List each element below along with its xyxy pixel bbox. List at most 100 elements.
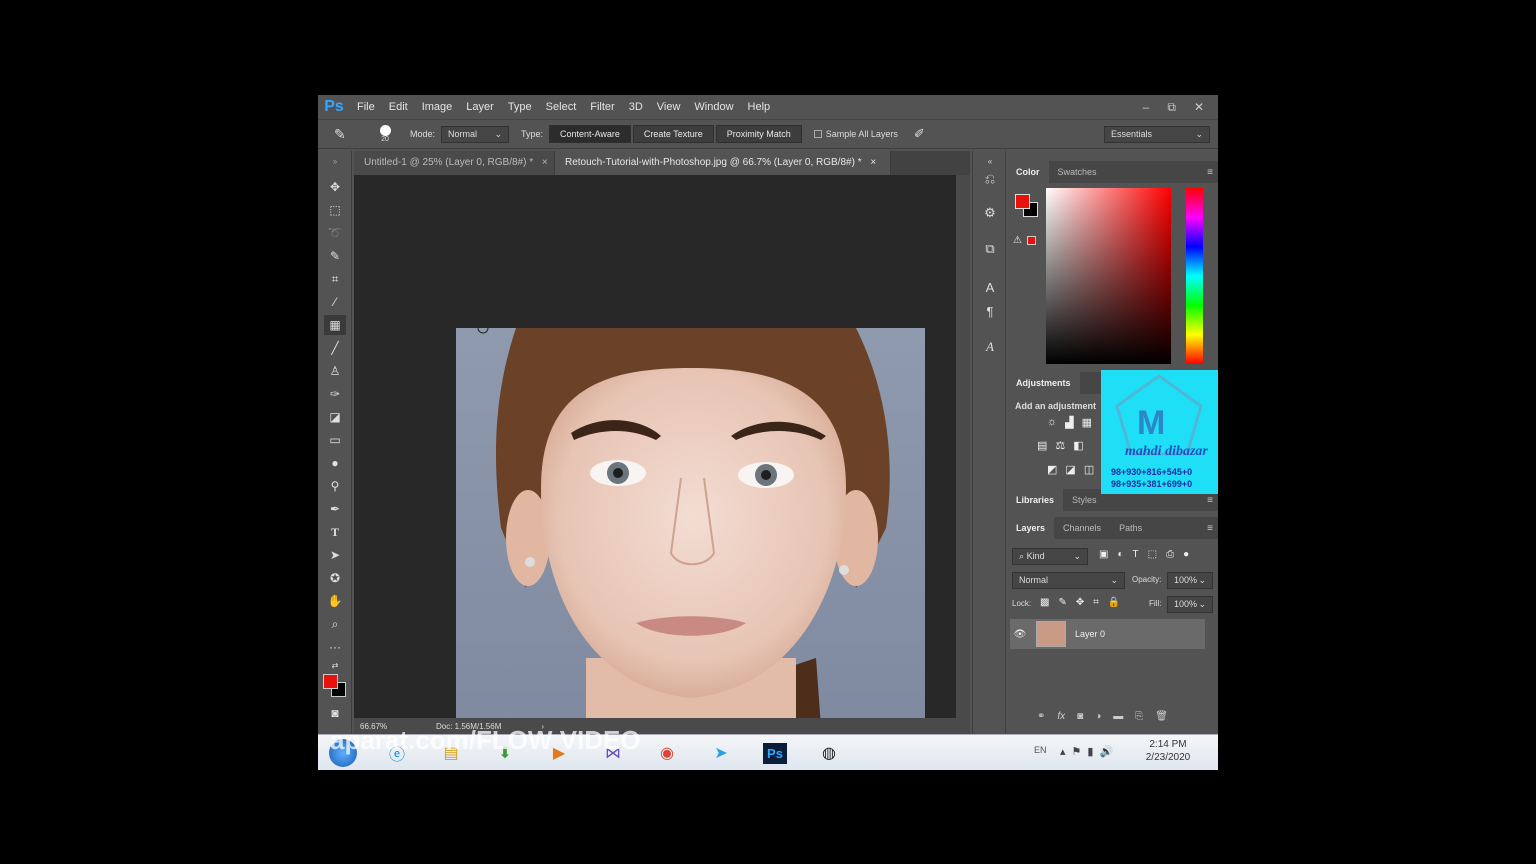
tab-color[interactable]: Color <box>1007 161 1049 183</box>
new-adjustment-layer-icon[interactable]: ◑ <box>1095 711 1101 722</box>
adjustment-filter-icon[interactable]: ◐ <box>1117 549 1123 560</box>
obs-icon[interactable]: ◍ <box>804 738 854 768</box>
fx-icon[interactable]: fx <box>1057 711 1065 722</box>
glyphs-panel-icon[interactable]: A <box>980 337 1000 357</box>
layer-row[interactable]: 👁 Layer 0 <box>1010 619 1205 649</box>
menu-3d[interactable]: 3D <box>622 95 650 119</box>
new-group-icon[interactable]: ▬ <box>1113 711 1123 722</box>
language-indicator[interactable]: EN <box>1034 745 1047 755</box>
move-tool-icon[interactable]: ✥ <box>324 177 346 197</box>
gradient-map-icon[interactable]: ◫ <box>1084 463 1094 476</box>
eye-icon[interactable]: 👁 <box>1010 629 1030 640</box>
smart-object-filter-icon[interactable]: ⎙ <box>1166 549 1174 560</box>
opacity-input[interactable]: 100% ⌄ <box>1167 572 1213 589</box>
network-icon[interactable]: ▮ <box>1087 745 1093 758</box>
more-tools-icon[interactable]: ··· <box>324 637 346 657</box>
type-tool-icon[interactable]: T <box>324 522 346 542</box>
brightness-contrast-icon[interactable]: ☼ <box>1047 416 1057 429</box>
lasso-tool-icon[interactable]: ➰ <box>324 223 346 243</box>
tab-channels[interactable]: Channels <box>1054 517 1110 539</box>
marquee-tool-icon[interactable]: ⬚ <box>324 200 346 220</box>
collapse-toolbar-icon[interactable]: » <box>324 151 346 171</box>
menu-type[interactable]: Type <box>501 95 539 119</box>
action-center-icon[interactable]: ⚑ <box>1072 745 1082 758</box>
menu-layer[interactable]: Layer <box>459 95 501 119</box>
layer-name[interactable]: Layer 0 <box>1075 629 1105 639</box>
tab-layers[interactable]: Layers <box>1007 517 1055 539</box>
color-balance-icon[interactable]: ⚖ <box>1055 439 1065 452</box>
paragraph-panel-icon[interactable]: ¶ <box>980 301 1000 321</box>
link-layers-icon[interactable]: ⚭ <box>1037 711 1045 722</box>
sample-all-layers-checkbox[interactable]: Sample All Layers <box>813 129 898 139</box>
pressure-icon[interactable]: ✐ <box>914 126 925 142</box>
eyedropper-tool-icon[interactable]: ⁄ <box>324 292 346 312</box>
properties-panel-icon[interactable]: ⚙ <box>980 203 1000 223</box>
dodge-tool-icon[interactable]: ⚲ <box>324 476 346 496</box>
brush-preset-picker[interactable]: 20 <box>374 125 396 143</box>
custom-shape-tool-icon[interactable]: ✪ <box>324 568 346 588</box>
minimize-button[interactable]: – <box>1143 100 1150 114</box>
vibrance-icon[interactable]: ▤ <box>1037 439 1047 452</box>
menu-window[interactable]: Window <box>687 95 740 119</box>
path-selection-tool-icon[interactable]: ➤ <box>324 545 346 565</box>
hue-slider[interactable] <box>1186 188 1203 364</box>
tab-retouch-tutorial[interactable]: Retouch-Tutorial-with-Photoshop.jpg @ 66… <box>555 151 891 175</box>
menu-file[interactable]: File <box>350 95 382 119</box>
posterize-icon[interactable]: ◪ <box>1065 463 1075 476</box>
tab-untitled-1[interactable]: Untitled-1 @ 25% (Layer 0, RGB/8#) * × <box>354 151 555 175</box>
workspace-select[interactable]: Essentials ⌄ <box>1104 125 1210 143</box>
show-hidden-icons-icon[interactable]: ▴ <box>1060 745 1066 758</box>
hand-tool-icon[interactable]: ✋ <box>324 591 346 611</box>
menu-filter[interactable]: Filter <box>583 95 621 119</box>
gradient-tool-icon[interactable]: ▭ <box>324 430 346 450</box>
menu-help[interactable]: Help <box>741 95 778 119</box>
brush-tool-icon[interactable]: ╱ <box>324 338 346 358</box>
tab-swatches[interactable]: Swatches <box>1049 161 1106 183</box>
color-fg-swatch[interactable] <box>1015 194 1030 209</box>
content-aware-button[interactable]: Content-Aware <box>549 125 631 143</box>
levels-icon[interactable]: ▟ <box>1065 416 1073 429</box>
menu-image[interactable]: Image <box>415 95 460 119</box>
menu-select[interactable]: Select <box>539 95 584 119</box>
healing-brush-tool-preset-icon[interactable]: ✎ <box>334 126 360 143</box>
volume-icon[interactable]: 🔊 <box>1099 745 1113 758</box>
close-icon[interactable]: × <box>542 157 548 168</box>
crop-tool-icon[interactable]: ⌗ <box>324 269 346 289</box>
clone-stamp-tool-icon[interactable]: ♙ <box>324 361 346 381</box>
proximity-match-button[interactable]: Proximity Match <box>715 125 802 143</box>
tab-paths[interactable]: Paths <box>1110 517 1151 539</box>
color-field[interactable] <box>1046 188 1171 364</box>
shape-filter-icon[interactable]: ⬚ <box>1148 549 1157 560</box>
gamut-color-swatch[interactable] <box>1027 236 1036 245</box>
chrome-icon[interactable]: ◉ <box>642 738 692 768</box>
portrait-photo[interactable] <box>456 328 925 727</box>
lock-all-icon[interactable]: 🔒 <box>1108 597 1120 608</box>
blend-mode-select[interactable]: Normal ⌄ <box>1012 572 1125 589</box>
close-icon[interactable]: × <box>870 157 876 168</box>
kind-filter-select[interactable]: ⌕ Kind ⌄ <box>1012 548 1088 565</box>
history-brush-tool-icon[interactable]: ✑ <box>324 384 346 404</box>
panel-menu-icon[interactable]: ≡ <box>1207 495 1213 506</box>
panel-menu-icon[interactable]: ≡ <box>1207 167 1213 178</box>
restore-button[interactable]: ⧉ <box>1167 100 1176 115</box>
pixel-filter-icon[interactable]: ▣ <box>1099 549 1108 560</box>
history-panel-icon[interactable]: ⎌ <box>980 169 1000 189</box>
clone-source-panel-icon[interactable]: ⧉ <box>980 239 1000 259</box>
telegram-icon[interactable]: ➤ <box>696 738 746 768</box>
filter-toggle-icon[interactable]: ● <box>1183 549 1189 560</box>
type-filter-icon[interactable]: T <box>1133 549 1139 560</box>
clock[interactable]: 2:14 PM 2/23/2020 <box>1140 739 1196 763</box>
canvas-area[interactable] <box>354 175 956 727</box>
eraser-tool-icon[interactable]: ◪ <box>324 407 346 427</box>
vertical-scrollbar[interactable] <box>956 175 970 718</box>
swap-colors-icon[interactable]: ⇄ <box>324 655 346 675</box>
blur-tool-icon[interactable]: ● <box>324 453 346 473</box>
quick-selection-tool-icon[interactable]: ✎ <box>324 246 346 266</box>
new-layer-icon[interactable]: ⎘ <box>1135 711 1143 722</box>
quick-mask-icon[interactable]: ◙ <box>324 703 346 723</box>
foreground-color-swatch[interactable] <box>323 674 338 689</box>
tab-adjustments[interactable]: Adjustments <box>1007 372 1080 394</box>
tab-libraries[interactable]: Libraries <box>1007 489 1064 511</box>
lock-artboard-icon[interactable]: ⌗ <box>1093 597 1099 608</box>
menu-edit[interactable]: Edit <box>382 95 415 119</box>
